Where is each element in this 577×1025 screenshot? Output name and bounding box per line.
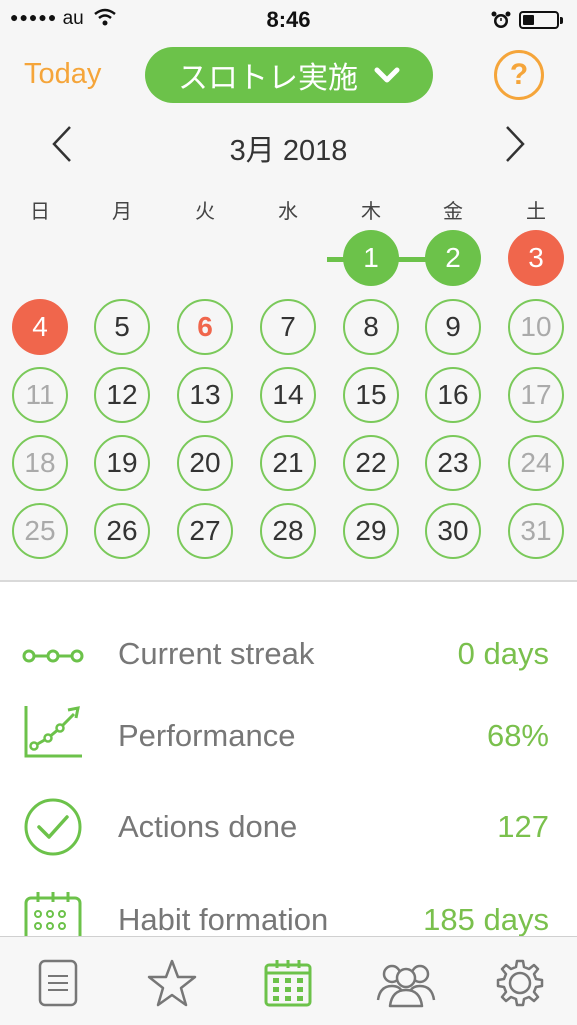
tab-list[interactable] — [28, 955, 88, 1011]
calendar-day[interactable]: 14 — [260, 367, 316, 423]
calendar-grid-icon — [24, 892, 82, 936]
calendar-day[interactable]: 10 — [508, 299, 564, 355]
weekday-header: 火 — [195, 201, 215, 223]
habit-formation-label: Habit formation — [118, 902, 329, 937]
gear-icon — [496, 959, 544, 1007]
next-month-icon[interactable] — [503, 124, 527, 164]
list-icon — [38, 959, 78, 1007]
actions-done-value: 127 — [497, 809, 549, 844]
weekday-header: 土 — [526, 201, 546, 223]
calendar-day[interactable]: 18 — [12, 435, 68, 491]
calendar-day[interactable]: 19 — [94, 435, 150, 491]
weekday-header: 木 — [361, 201, 381, 223]
star-icon — [147, 959, 197, 1007]
calendar-day[interactable]: 5 — [94, 299, 150, 355]
calendar-day[interactable]: 21 — [260, 435, 316, 491]
calendar-day[interactable]: 12 — [94, 367, 150, 423]
performance-label: Performance — [118, 718, 296, 753]
month-title: 3月 2018 — [229, 135, 348, 167]
performance-chart-icon — [24, 706, 82, 758]
battery-icon — [519, 11, 563, 29]
weekday-header: 金 — [443, 201, 463, 223]
actions-done-label: Actions done — [118, 809, 298, 844]
checkmark-circle-icon — [24, 798, 82, 856]
calendar-day[interactable]: 17 — [508, 367, 564, 423]
calendar-day[interactable]: 23 — [425, 435, 481, 491]
alarm-icon — [491, 11, 511, 28]
calendar-day[interactable]: 7 — [260, 299, 316, 355]
help-button[interactable]: ? — [494, 50, 544, 100]
calendar-day[interactable]: 15 — [343, 367, 399, 423]
today-button[interactable]: Today — [24, 58, 101, 91]
calendar-day[interactable]: 20 — [177, 435, 233, 491]
tab-favorites[interactable] — [142, 955, 202, 1011]
calendar-day[interactable]: 2 — [425, 230, 481, 286]
weekday-header: 日 — [30, 201, 50, 223]
current-streak-label: Current streak — [118, 636, 315, 671]
tab-community[interactable] — [374, 955, 438, 1011]
calendar-day[interactable]: 26 — [94, 503, 150, 559]
calendar-day[interactable]: 31 — [508, 503, 564, 559]
calendar-day[interactable]: 28 — [260, 503, 316, 559]
calendar-day[interactable]: 22 — [343, 435, 399, 491]
chevron-down-icon — [374, 67, 400, 83]
performance-value: 68% — [486, 718, 549, 753]
calendar-day[interactable]: 4 — [12, 299, 68, 355]
tab-settings[interactable] — [490, 955, 550, 1011]
divider — [0, 580, 577, 582]
calendar-icon — [264, 960, 312, 1007]
calendar-day[interactable]: 29 — [343, 503, 399, 559]
tab-bar — [0, 936, 577, 1025]
calendar-day[interactable]: 27 — [177, 503, 233, 559]
calendar-day[interactable]: 25 — [12, 503, 68, 559]
current-streak-value: 0 days — [457, 636, 549, 671]
habit-formation-value: 185 days — [423, 902, 549, 937]
calendar-day[interactable]: 24 — [508, 435, 564, 491]
weekday-header: 月 — [112, 201, 132, 223]
calendar-day[interactable]: 1 — [343, 230, 399, 286]
calendar-day[interactable]: 11 — [12, 367, 68, 423]
calendar-day[interactable]: 16 — [425, 367, 481, 423]
group-icon — [376, 964, 436, 1008]
habit-selector-button[interactable]: スロトレ実施 — [145, 47, 433, 103]
status-bar: ●●●●● au 8:46 — [0, 0, 577, 40]
streak-icon — [22, 649, 84, 663]
calendar-day[interactable]: 6 — [177, 299, 233, 355]
calendar-day[interactable]: 13 — [177, 367, 233, 423]
calendar-day[interactable]: 30 — [425, 503, 481, 559]
habit-name: スロトレ実施 — [178, 62, 358, 95]
weekday-header: 水 — [278, 201, 298, 223]
tab-calendar[interactable] — [258, 955, 318, 1011]
calendar-day[interactable]: 8 — [343, 299, 399, 355]
calendar-day[interactable]: 3 — [508, 230, 564, 286]
calendar-day[interactable]: 9 — [425, 299, 481, 355]
